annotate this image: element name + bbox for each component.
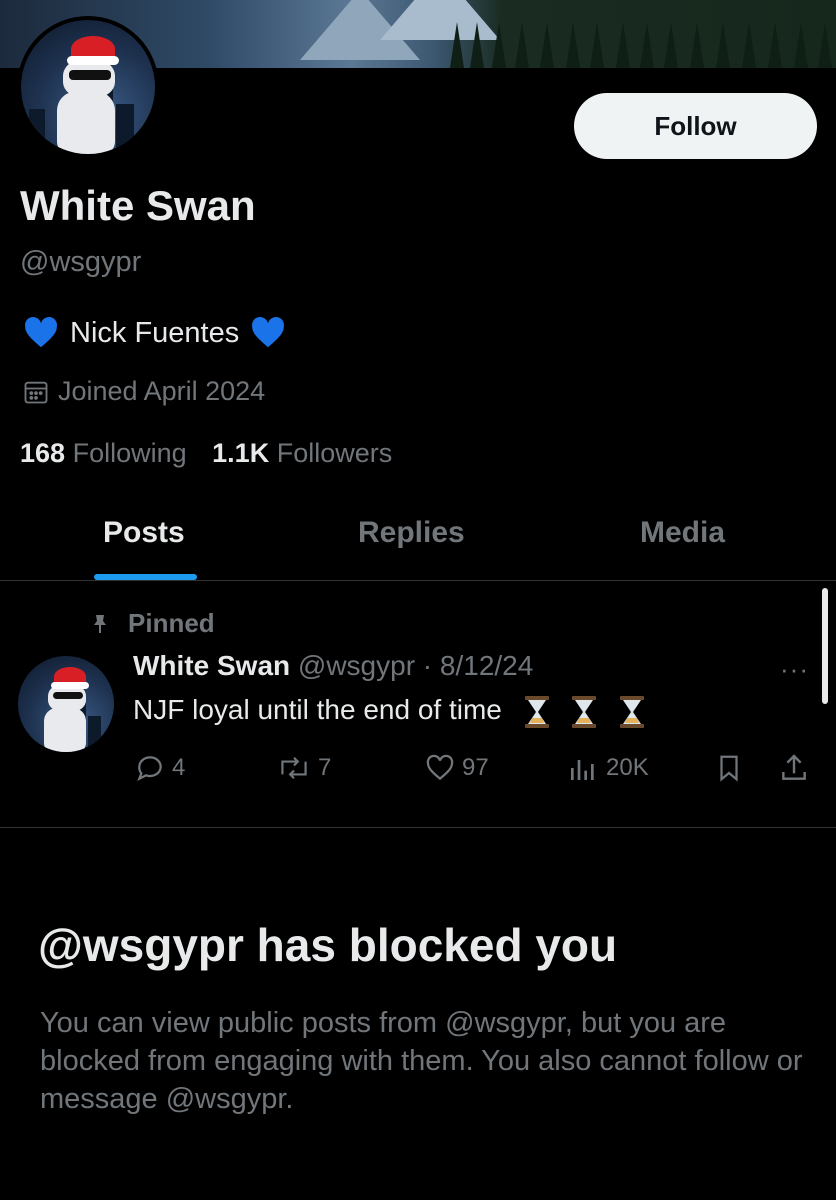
pin-icon bbox=[94, 614, 106, 633]
tab-media[interactable]: Media bbox=[640, 516, 725, 550]
blocked-message: You can view public posts from @wsgypr, … bbox=[40, 1007, 803, 1115]
blocked-title: @wsgypr has blocked you bbox=[38, 919, 618, 971]
joined-date: Joined April 2024 bbox=[22, 376, 265, 407]
views-button[interactable]: 20K bbox=[566, 752, 649, 784]
profile-bio: Nick Fuentes bbox=[22, 314, 287, 352]
repost-count: 7 bbox=[318, 754, 332, 781]
joined-text: Joined April 2024 bbox=[58, 376, 266, 406]
following-label: Following bbox=[72, 438, 187, 468]
bio-text: Nick Fuentes bbox=[70, 316, 240, 349]
post-text: NJF loyal until the end of time bbox=[133, 694, 645, 728]
like-button[interactable]: 97 bbox=[424, 752, 489, 784]
blue-heart-icon bbox=[25, 317, 57, 348]
post-header: White Swan @wsgypr · 8/12/24 bbox=[133, 650, 533, 682]
post-divider bbox=[0, 827, 836, 828]
post-more-icon[interactable]: ··· bbox=[780, 654, 809, 685]
view-count: 20K bbox=[606, 754, 649, 781]
hourglass-icon bbox=[572, 695, 597, 728]
repost-button[interactable]: 7 bbox=[276, 752, 331, 784]
calendar-icon bbox=[24, 381, 48, 403]
pinned-text: Pinned bbox=[128, 608, 215, 638]
heart-outline-icon bbox=[426, 754, 454, 781]
reply-button[interactable]: 4 bbox=[134, 752, 185, 784]
post-author-name[interactable]: White Swan bbox=[133, 650, 290, 681]
tabs-divider bbox=[0, 580, 836, 581]
profile-handle: @wsgypr bbox=[20, 246, 142, 278]
reply-count: 4 bbox=[172, 754, 186, 781]
profile-avatar[interactable] bbox=[17, 16, 159, 158]
followers-link[interactable]: 1.1K Followers bbox=[212, 438, 392, 468]
share-icon bbox=[782, 754, 806, 780]
tab-posts[interactable]: Posts bbox=[103, 516, 185, 550]
like-count: 97 bbox=[462, 754, 489, 781]
share-button[interactable] bbox=[778, 752, 810, 784]
reply-icon bbox=[137, 756, 162, 781]
followers-count: 1.1K bbox=[212, 438, 270, 468]
hourglass-icon bbox=[620, 695, 645, 728]
follow-stats: 168 Following 1.1K Followers bbox=[20, 438, 392, 469]
followers-label: Followers bbox=[276, 438, 393, 468]
bookmark-icon bbox=[720, 755, 738, 782]
views-icon bbox=[571, 760, 594, 780]
post-author-avatar[interactable] bbox=[18, 656, 114, 752]
bookmark-button[interactable] bbox=[714, 752, 744, 784]
following-count: 168 bbox=[20, 438, 66, 468]
profile-display-name: White Swan bbox=[20, 182, 256, 229]
post-text-body: NJF loyal until the end of time bbox=[133, 694, 502, 725]
repost-icon bbox=[281, 756, 307, 780]
scrollbar[interactable] bbox=[822, 588, 828, 704]
following-link[interactable]: 168 Following bbox=[20, 438, 187, 468]
tab-replies[interactable]: Replies bbox=[358, 516, 465, 550]
post-meta: @wsgypr · 8/12/24 bbox=[297, 650, 534, 681]
pinned-label-row: Pinned bbox=[88, 608, 215, 639]
follow-button[interactable]: Follow bbox=[574, 93, 817, 159]
hourglass-icon bbox=[524, 695, 549, 728]
blue-heart-icon bbox=[252, 317, 285, 348]
